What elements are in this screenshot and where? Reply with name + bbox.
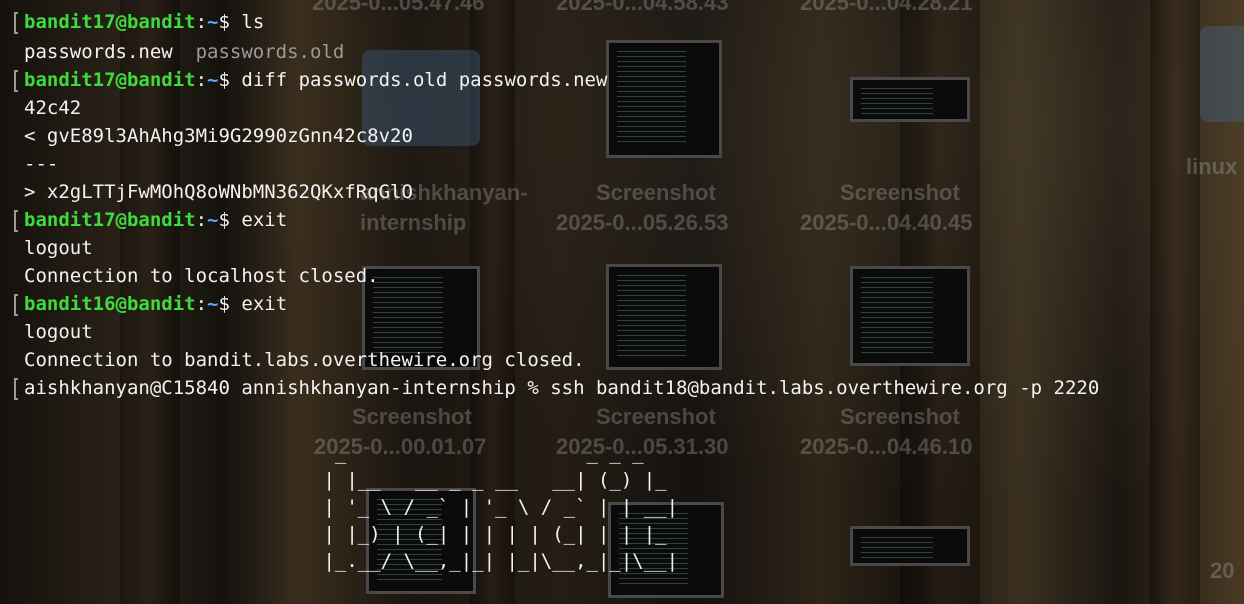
prompt-mark xyxy=(14,12,18,34)
terminal-output: Connection to localhost closed. xyxy=(24,265,379,287)
prompt-mark xyxy=(14,70,18,92)
terminal-window[interactable]: bandit17@bandit:~$ ls passwords.new pass… xyxy=(0,0,1244,604)
prompt-mark xyxy=(14,210,18,232)
command-text: $ ls xyxy=(218,11,265,33)
terminal-output: > x2gLTTjFwMOhQ8oWNbMN362QKxfRqGlO xyxy=(24,181,413,203)
command-text: $ exit xyxy=(218,209,288,231)
prompt-path: ~ xyxy=(207,69,219,91)
command-line[interactable]: aishkhanyan@C15840 annishkhanyan-interns… xyxy=(24,374,1099,402)
prompt-path: ~ xyxy=(207,293,219,315)
terminal-output: --- xyxy=(24,153,59,175)
terminal-output: logout xyxy=(24,321,93,343)
prompt-user: bandit16@bandit xyxy=(24,293,196,315)
prompt-separator: : xyxy=(195,11,208,33)
command-text: $ exit xyxy=(218,293,288,315)
prompt-path: ~ xyxy=(207,11,219,33)
terminal-line: passwords.new passwords.old xyxy=(24,38,344,66)
terminal-line: bandit17@bandit:~$ ls xyxy=(24,8,264,36)
prompt-user: bandit17@bandit xyxy=(24,11,196,33)
terminal-line: bandit17@bandit:~$ exit xyxy=(24,206,287,234)
file-name: passwords.old xyxy=(195,41,345,63)
terminal-line: bandit16@bandit:~$ exit xyxy=(24,290,287,318)
prompt-user: bandit17@bandit xyxy=(24,69,196,91)
prompt-path: ~ xyxy=(207,209,219,231)
prompt-separator: : xyxy=(195,209,208,231)
prompt-user: bandit17@bandit xyxy=(24,209,196,231)
prompt-separator: : xyxy=(195,69,208,91)
terminal-output: 42c42 xyxy=(24,97,82,119)
prompt-mark xyxy=(14,294,18,316)
file-name: passwords.new xyxy=(24,41,173,63)
terminal-output: Connection to bandit.labs.overthewire.or… xyxy=(24,349,585,371)
command-text: $ diff passwords.old passwords.new xyxy=(218,69,608,91)
prompt-separator: : xyxy=(195,293,208,315)
terminal-line: bandit17@bandit:~$ diff passwords.old pa… xyxy=(24,66,607,94)
prompt-mark xyxy=(14,378,18,400)
terminal-output: < gvE89l3AhAhg3Mi9G2990zGnn42c8v20 xyxy=(24,125,413,147)
terminal-output: logout xyxy=(24,237,93,259)
ascii-banner: _ _ _ _ | |__ __ _ _ __ __| (_) |_ | '_ … xyxy=(323,442,679,572)
